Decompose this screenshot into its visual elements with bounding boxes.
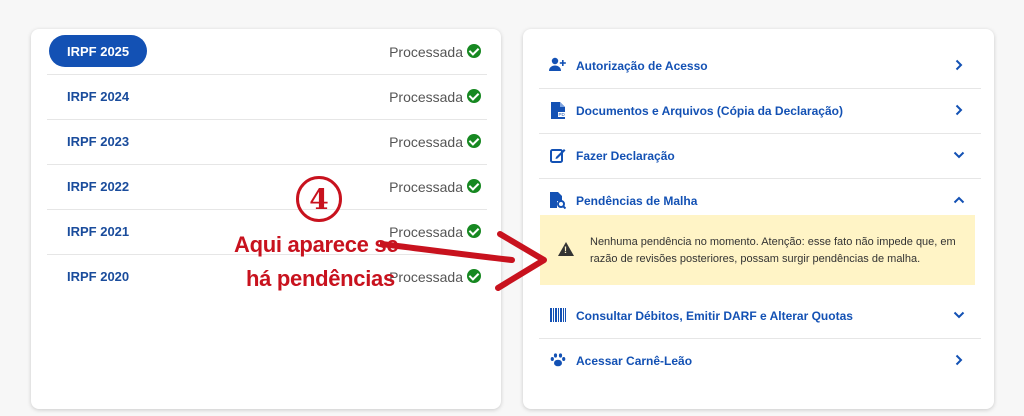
document-pdf-icon: PDF	[549, 101, 567, 119]
year-pill-2025[interactable]: IRPF 2025	[49, 35, 148, 67]
status-text: Processada	[389, 43, 463, 60]
annotation-number: 4	[296, 176, 342, 222]
menu-item-fazer-declaracao[interactable]: Fazer Declaração	[539, 133, 981, 179]
check-circle-icon	[467, 44, 481, 58]
notice-text: Nenhuma pendência no momento. Atenção: e…	[590, 236, 956, 265]
annotation-arrow-icon	[380, 231, 547, 291]
paw-icon	[549, 351, 567, 369]
status-text: Processada	[389, 88, 463, 105]
year-row-2023[interactable]: IRPF 2023 Processada	[47, 119, 487, 165]
year-pill-2021[interactable]: IRPF 2021	[49, 215, 147, 247]
year-pill-2023[interactable]: IRPF 2023	[49, 125, 147, 157]
chevron-down-icon[interactable]	[951, 307, 967, 323]
year-pill-2024[interactable]: IRPF 2024	[49, 80, 147, 112]
chevron-right-icon[interactable]	[951, 102, 967, 118]
annotation-text-line2: há pendências	[246, 266, 395, 291]
user-plus-icon	[549, 56, 567, 74]
status-text: Processada	[389, 133, 463, 150]
menu-item-consultar-debitos[interactable]: Consultar Débitos, Emitir DARF e Alterar…	[539, 293, 981, 339]
annotation-text-line1: Aqui aparece se	[234, 232, 399, 257]
menu-item-autorizacao[interactable]: Autorização de Acesso	[539, 43, 981, 89]
chevron-right-icon[interactable]	[951, 352, 967, 368]
menu-item-label: Consultar Débitos, Emitir DARF e Alterar…	[576, 308, 853, 323]
menu-item-documentos[interactable]: PDF Documentos e Arquivos (Cópia da Decl…	[539, 88, 981, 134]
menu-item-label: Documentos e Arquivos (Cópia da Declaraç…	[576, 103, 843, 118]
barcode-icon	[549, 306, 567, 324]
year-row-2022[interactable]: IRPF 2022 Processada	[47, 164, 487, 210]
pendencias-notice: Nenhuma pendência no momento. Atenção: e…	[540, 215, 975, 285]
check-circle-icon	[467, 89, 481, 103]
year-row-2024[interactable]: IRPF 2024 Processada	[47, 74, 487, 120]
check-circle-icon	[467, 134, 481, 148]
menu-item-carne-leao[interactable]: Acessar Carnê-Leão	[539, 338, 981, 383]
menu-item-label: Autorização de Acesso	[576, 58, 708, 73]
file-search-icon	[549, 191, 567, 209]
year-pill-2020[interactable]: IRPF 2020	[49, 260, 147, 292]
chevron-right-icon[interactable]	[951, 57, 967, 73]
year-pill-2022[interactable]: IRPF 2022	[49, 170, 147, 202]
menu-item-label: Fazer Declaração	[576, 148, 675, 163]
svg-text:PDF: PDF	[559, 112, 566, 117]
status-text: Processada	[389, 178, 463, 195]
chevron-up-icon[interactable]	[951, 192, 967, 208]
edit-icon	[549, 146, 567, 164]
menu-item-label: Acessar Carnê-Leão	[576, 353, 693, 368]
chevron-down-icon[interactable]	[951, 147, 967, 163]
warning-icon	[558, 242, 574, 256]
year-row-2025[interactable]: IRPF 2025 Processada	[47, 29, 487, 75]
check-circle-icon	[467, 179, 481, 193]
declarations-list-card: IRPF 2025 Processada IRPF 2024 Processad…	[31, 29, 501, 409]
